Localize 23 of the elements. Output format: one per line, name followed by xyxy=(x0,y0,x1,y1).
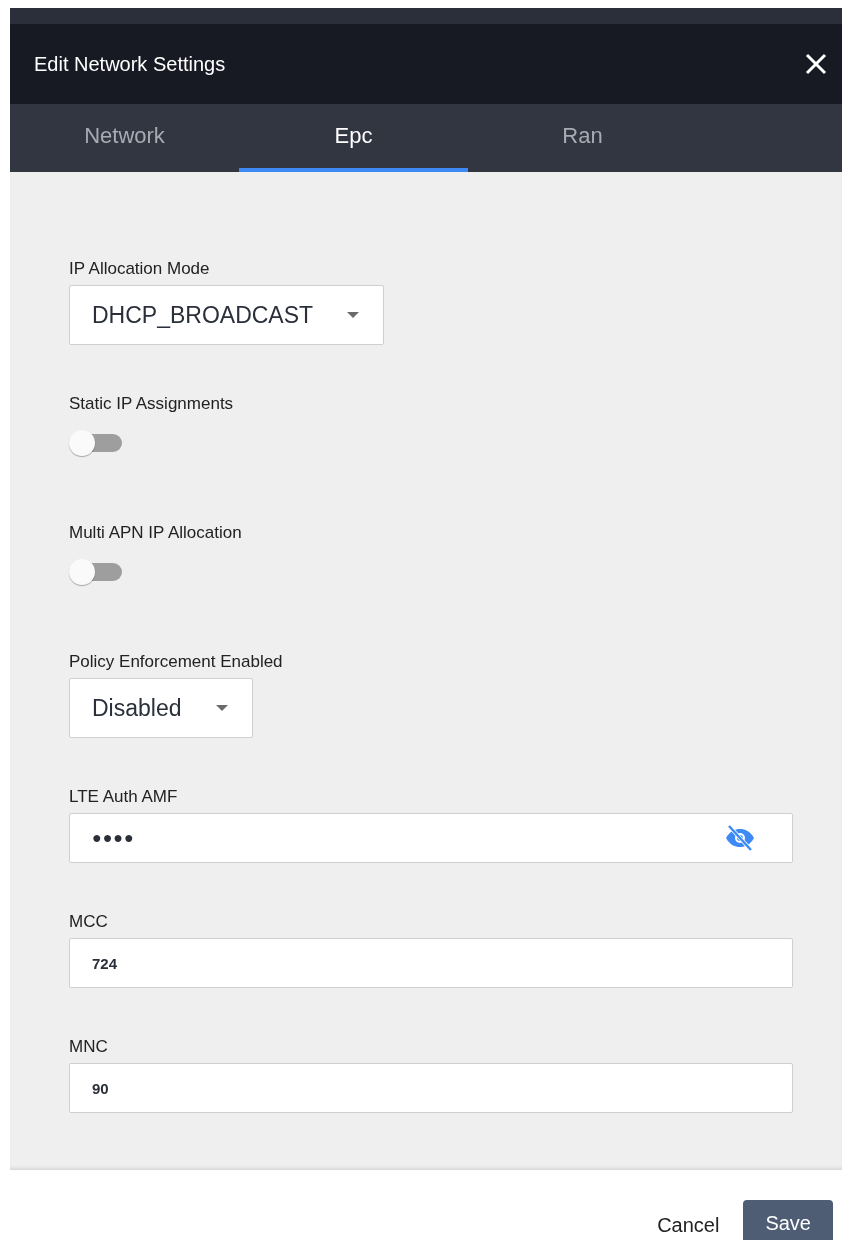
field-label: Policy Enforcement Enabled xyxy=(69,651,284,673)
dropdown-caret-icon xyxy=(347,312,360,318)
select-field[interactable]: Disabled xyxy=(69,678,253,738)
field-label: Multi APN IP Allocation xyxy=(69,522,243,544)
field-label: MCC xyxy=(69,911,109,933)
cancel-button[interactable]: Cancel xyxy=(657,1200,720,1240)
tab[interactable]: Network xyxy=(10,104,239,172)
eye-slash-icon[interactable] xyxy=(724,824,756,852)
tab[interactable]: Ran xyxy=(468,104,697,172)
toggle-switch[interactable] xyxy=(69,559,122,585)
select-field[interactable]: DHCP_BROADCAST xyxy=(69,285,385,345)
password-field[interactable]: ●●●● xyxy=(69,813,793,863)
save-button[interactable]: Save xyxy=(743,1200,833,1240)
text-field[interactable]: 724 xyxy=(69,938,793,988)
field-label: LTE Auth AMF xyxy=(69,786,179,808)
text-field[interactable]: 90 xyxy=(69,1063,793,1113)
field-label: MNC xyxy=(69,1036,109,1058)
toggle-switch[interactable] xyxy=(69,430,122,456)
field-label: IP Allocation Mode xyxy=(69,258,211,280)
dropdown-caret-icon xyxy=(215,705,228,711)
close-icon[interactable] xyxy=(804,52,828,76)
field-label: Static IP Assignments xyxy=(69,393,235,415)
dialog-title: Edit Network Settings xyxy=(34,52,226,76)
